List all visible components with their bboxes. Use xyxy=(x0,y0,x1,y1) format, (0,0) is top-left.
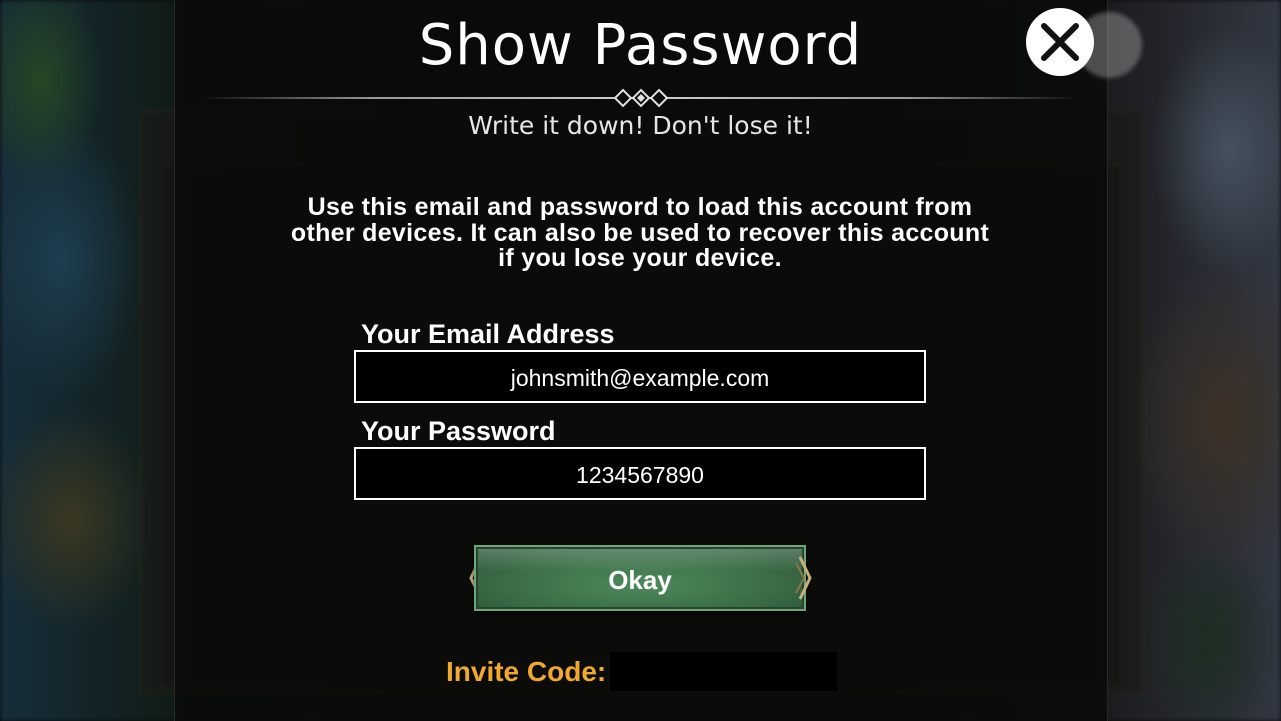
okay-button[interactable]: Okay xyxy=(474,545,806,611)
overlay-shade-right xyxy=(1107,0,1281,721)
close-icon xyxy=(1041,23,1079,61)
divider-ornament-icon xyxy=(614,88,668,108)
password-label: Your Password xyxy=(361,416,556,446)
account-info-description: Use this email and password to load this… xyxy=(290,193,990,272)
password-field[interactable] xyxy=(354,447,926,500)
overlay-shade-left xyxy=(0,0,174,721)
email-field[interactable] xyxy=(354,350,926,403)
invite-code-label: Invite Code: xyxy=(446,656,607,687)
close-button[interactable] xyxy=(1026,8,1094,76)
email-label: Your Email Address xyxy=(361,319,615,349)
email-input[interactable] xyxy=(356,354,924,403)
button-right-ornament-icon xyxy=(795,556,812,600)
invite-code-value xyxy=(610,652,837,691)
password-input[interactable] xyxy=(356,451,924,500)
game-screen: Show Password Write it down! Don't lose … xyxy=(0,0,1281,721)
dialog-subtitle: Write it down! Don't lose it! xyxy=(468,111,813,140)
